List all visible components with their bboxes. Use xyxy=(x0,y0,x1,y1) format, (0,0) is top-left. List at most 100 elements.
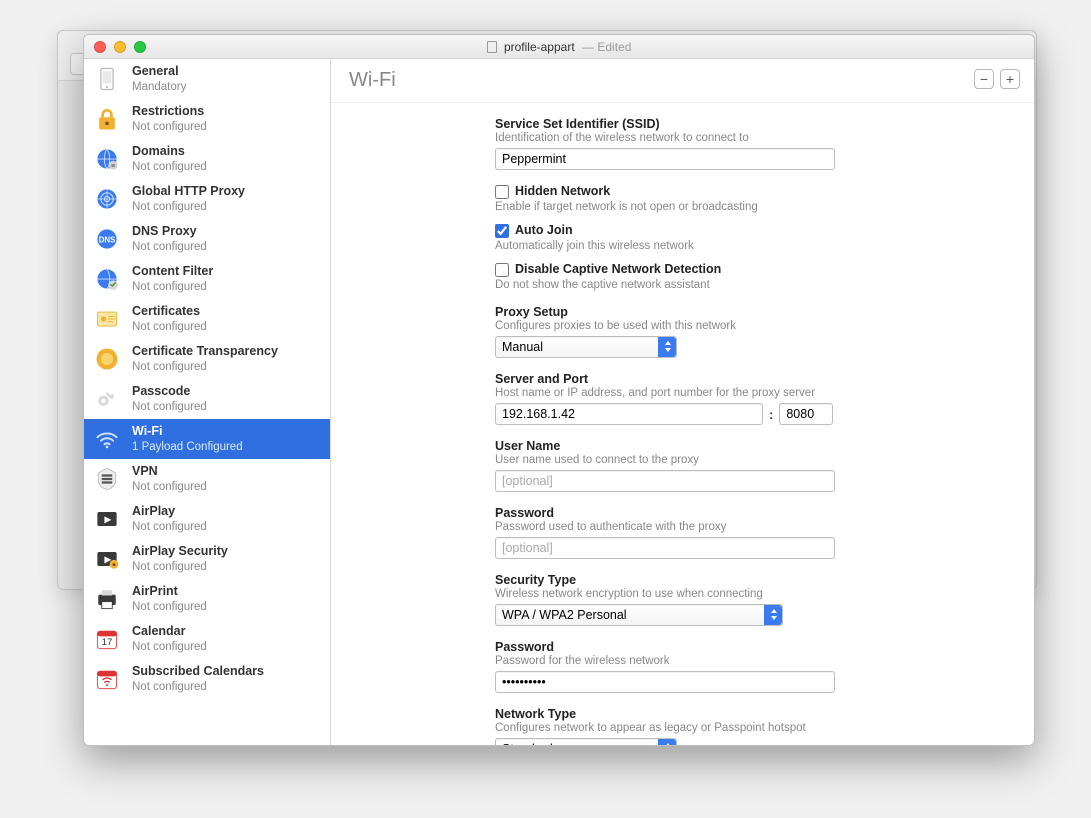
disable-captive-checkbox[interactable] xyxy=(495,263,509,277)
sidebar-item-calendar[interactable]: 17 CalendarNot configured xyxy=(84,619,330,659)
auto-join-desc: Automatically join this wireless network xyxy=(495,240,1012,252)
ssid-desc: Identification of the wireless network t… xyxy=(495,132,1012,144)
page-title: Wi-Fi xyxy=(349,69,396,92)
sidebar-item-subtitle: Not configured xyxy=(132,600,207,614)
network-type-desc: Configures network to appear as legacy o… xyxy=(495,722,1012,734)
security-type-desc: Wireless network encryption to use when … xyxy=(495,588,1012,600)
network-type-select[interactable]: Standard xyxy=(495,738,677,745)
proxy-setup-label: Proxy Setup xyxy=(495,305,1012,319)
sidebar-item-title: Wi-Fi xyxy=(132,424,243,440)
proxy-port-input[interactable] xyxy=(779,403,833,425)
security-type-select[interactable]: WPA / WPA2 Personal xyxy=(495,604,783,626)
sidebar-item-subtitle: 1 Payload Configured xyxy=(132,440,243,454)
minimize-button[interactable] xyxy=(114,41,126,53)
sidebar-item-title: Calendar xyxy=(132,624,207,640)
main-panel: Wi-Fi − + Service Set Identifier (SSID) … xyxy=(331,59,1034,745)
sidebar-item-wi-fi[interactable]: Wi-Fi1 Payload Configured xyxy=(84,419,330,459)
payload-sidebar: GeneralMandatoryRestrictionsNot configur… xyxy=(84,59,331,745)
sidebar-item-subtitle: Not configured xyxy=(132,480,207,494)
zoom-button[interactable] xyxy=(134,41,146,53)
sidebar-item-content-filter[interactable]: Content FilterNot configured xyxy=(84,259,330,299)
sidebar-item-subtitle: Mandatory xyxy=(132,80,186,94)
sidebar-item-subtitle: Not configured xyxy=(132,680,264,694)
auto-join-label: Auto Join xyxy=(515,223,573,237)
disable-captive-desc: Do not show the captive network assistan… xyxy=(495,279,1012,291)
sidebar-item-restrictions[interactable]: RestrictionsNot configured xyxy=(84,99,330,139)
hidden-network-desc: Enable if target network is not open or … xyxy=(495,201,1012,213)
sidebar-item-title: General xyxy=(132,64,186,80)
svg-text:DNS: DNS xyxy=(99,236,116,245)
sidebar-item-general[interactable]: GeneralMandatory xyxy=(84,59,330,99)
sidebar-item-airplay-security[interactable]: AirPlay SecurityNot configured xyxy=(84,539,330,579)
host-port-separator: : xyxy=(769,407,773,422)
sidebar-item-global-http-proxy[interactable]: Global HTTP ProxyNot configured xyxy=(84,179,330,219)
sidebar-item-title: AirPlay Security xyxy=(132,544,228,560)
sidebar-item-subtitle: Not configured xyxy=(132,320,207,334)
sidebar-item-vpn[interactable]: VPNNot configured xyxy=(84,459,330,499)
server-port-desc: Host name or IP address, and port number… xyxy=(495,387,1012,399)
proxy-password-desc: Password used to authenticate with the p… xyxy=(495,521,1012,533)
sidebar-item-title: Restrictions xyxy=(132,104,207,120)
sidebar-icon xyxy=(92,304,122,334)
sidebar-icon xyxy=(92,64,122,94)
ssid-input[interactable] xyxy=(495,148,835,170)
document-icon xyxy=(487,41,497,53)
profile-editor-window: profile-appart — Edited GeneralMandatory… xyxy=(83,34,1035,746)
window-subtitle: — Edited xyxy=(582,40,631,54)
wifi-password-desc: Password for the wireless network xyxy=(495,655,1012,667)
hidden-network-label: Hidden Network xyxy=(515,184,610,198)
sidebar-item-subtitle: Not configured xyxy=(132,200,245,214)
hidden-network-checkbox[interactable] xyxy=(495,185,509,199)
wifi-password-input[interactable] xyxy=(495,671,835,693)
titlebar: profile-appart — Edited xyxy=(84,35,1034,59)
sidebar-item-airplay[interactable]: AirPlayNot configured xyxy=(84,499,330,539)
sidebar-item-subtitle: Not configured xyxy=(132,240,207,254)
sidebar-item-airprint[interactable]: AirPrintNot configured xyxy=(84,579,330,619)
proxy-username-desc: User name used to connect to the proxy xyxy=(495,454,1012,466)
close-button[interactable] xyxy=(94,41,106,53)
auto-join-checkbox[interactable] xyxy=(495,224,509,238)
sidebar-item-certificate-transparency[interactable]: Certificate TransparencyNot configured xyxy=(84,339,330,379)
sidebar-icon: 17 xyxy=(92,624,122,654)
sidebar-item-title: Subscribed Calendars xyxy=(132,664,264,680)
sidebar-item-title: VPN xyxy=(132,464,207,480)
ssid-label: Service Set Identifier (SSID) xyxy=(495,117,1012,131)
proxy-setup-select[interactable]: Manual xyxy=(495,336,677,358)
sidebar-item-title: Certificates xyxy=(132,304,207,320)
sidebar-item-domains[interactable]: DomainsNot configured xyxy=(84,139,330,179)
sidebar-item-title: Passcode xyxy=(132,384,207,400)
sidebar-icon xyxy=(92,544,122,574)
sidebar-item-passcode[interactable]: PasscodeNot configured xyxy=(84,379,330,419)
window-title: profile-appart xyxy=(504,40,575,54)
network-type-label: Network Type xyxy=(495,707,1012,721)
sidebar-icon xyxy=(92,664,122,694)
sidebar-item-subscribed-calendars[interactable]: Subscribed CalendarsNot configured xyxy=(84,659,330,699)
sidebar-icon xyxy=(92,344,122,374)
sidebar-item-subtitle: Not configured xyxy=(132,360,278,374)
sidebar-item-subtitle: Not configured xyxy=(132,560,228,574)
svg-text:17: 17 xyxy=(102,637,113,648)
wifi-form: Service Set Identifier (SSID) Identifica… xyxy=(331,103,1034,745)
sidebar-icon xyxy=(92,424,122,454)
sidebar-item-title: Certificate Transparency xyxy=(132,344,278,360)
sidebar-icon xyxy=(92,184,122,214)
sidebar-item-dns-proxy[interactable]: DNS DNS ProxyNot configured xyxy=(84,219,330,259)
proxy-password-input[interactable] xyxy=(495,537,835,559)
proxy-username-input[interactable] xyxy=(495,470,835,492)
sidebar-item-title: DNS Proxy xyxy=(132,224,207,240)
sidebar-icon xyxy=(92,384,122,414)
sidebar-item-certificates[interactable]: CertificatesNot configured xyxy=(84,299,330,339)
sidebar-item-title: Domains xyxy=(132,144,207,160)
remove-payload-button[interactable]: − xyxy=(974,69,994,89)
sidebar-icon xyxy=(92,464,122,494)
proxy-host-input[interactable] xyxy=(495,403,763,425)
proxy-password-label: Password xyxy=(495,506,1012,520)
sidebar-item-title: Content Filter xyxy=(132,264,213,280)
sidebar-item-subtitle: Not configured xyxy=(132,160,207,174)
sidebar-icon xyxy=(92,104,122,134)
add-payload-button[interactable]: + xyxy=(1000,69,1020,89)
proxy-setup-desc: Configures proxies to be used with this … xyxy=(495,320,1012,332)
sidebar-item-title: Global HTTP Proxy xyxy=(132,184,245,200)
sidebar-icon xyxy=(92,144,122,174)
sidebar-item-subtitle: Not configured xyxy=(132,640,207,654)
